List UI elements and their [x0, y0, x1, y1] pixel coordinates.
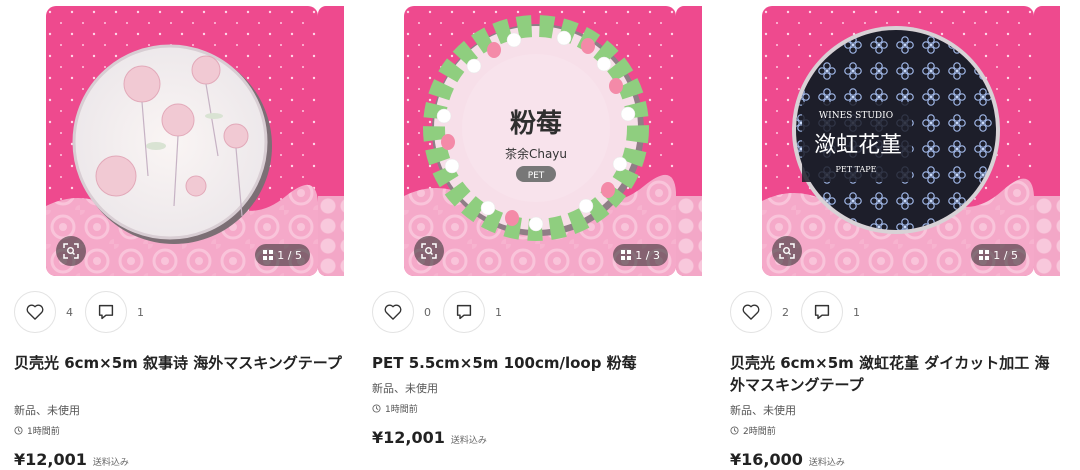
heart-icon	[742, 304, 760, 320]
heart-icon	[26, 304, 44, 320]
image-count-badge: 1 / 5	[971, 244, 1026, 266]
comment-icon	[814, 304, 830, 320]
grid-icon	[979, 250, 990, 260]
clock-icon	[14, 426, 23, 435]
product-title[interactable]: PET 5.5cm×5m 100cm/loop 粉莓	[372, 352, 702, 374]
shipping-note: 送料込み	[92, 458, 129, 468]
listed-time-text: 1時間前	[27, 427, 60, 437]
product-image[interactable]: WINES STUDIO 潋虹花堇 PET TAPE 1 / 5	[762, 6, 1034, 276]
product-price: ¥12,001 送料込み	[372, 428, 487, 447]
card-actions: 0 1	[372, 291, 514, 333]
listed-time: 1時間前	[372, 402, 418, 415]
product-image[interactable]: 1 / 5	[46, 6, 318, 276]
product-price: ¥16,000 送料込み	[730, 450, 845, 469]
comment-count: 1	[137, 305, 144, 319]
price-value: ¥16,000	[730, 450, 803, 469]
comment-button[interactable]	[801, 291, 843, 333]
lens-search-icon	[63, 243, 79, 259]
rose-washi-tape-photo	[46, 6, 318, 276]
item-condition: 新品、未使用	[372, 382, 438, 395]
image-search-button[interactable]	[414, 236, 444, 266]
tape-label-tag: PET	[528, 171, 545, 181]
card-actions: 4 1	[14, 291, 156, 333]
product-card[interactable]: 1 / 5 4 1 贝壳光 6cm×5m 叙事诗 海外マスキングテープ 新品、未…	[12, 0, 352, 470]
clock-icon	[730, 426, 739, 435]
card-actions: 2 1	[730, 291, 872, 333]
item-condition: 新品、未使用	[14, 404, 80, 417]
grid-icon	[621, 250, 632, 260]
product-title[interactable]: 贝壳光 6cm×5m 潋虹花堇 ダイカット加工 海外マスキングテープ	[730, 352, 1060, 396]
price-value: ¥12,001	[14, 450, 87, 469]
product-card[interactable]: WINES STUDIO 潋虹花堇 PET TAPE 1 / 5 2 1 贝壳光…	[728, 0, 1068, 470]
tape-label-sub: PET TAPE	[836, 165, 877, 174]
image-page-text: 1 / 5	[993, 248, 1018, 262]
item-condition: 新品、未使用	[730, 404, 796, 417]
listed-time: 1時間前	[14, 424, 60, 437]
like-button[interactable]	[372, 291, 414, 333]
image-page-text: 1 / 3	[635, 248, 660, 262]
tape-label-sub: 茶余Chayu	[505, 146, 567, 161]
comment-button[interactable]	[443, 291, 485, 333]
product-title[interactable]: 贝壳光 6cm×5m 叙事诗 海外マスキングテープ	[14, 352, 344, 374]
blue-flower-washi-tape-photo: WINES STUDIO 潋虹花堇 PET TAPE	[762, 6, 1034, 276]
like-count: 0	[424, 305, 431, 319]
lens-search-icon	[779, 243, 795, 259]
like-count: 4	[66, 305, 73, 319]
image-count-badge: 1 / 5	[255, 244, 310, 266]
like-count: 2	[782, 305, 789, 319]
image-search-button[interactable]	[56, 236, 86, 266]
grid-icon	[263, 250, 274, 260]
image-count-badge: 1 / 3	[613, 244, 668, 266]
tape-label-main: 粉莓	[510, 109, 562, 139]
like-button[interactable]	[730, 291, 772, 333]
strawberry-washi-tape-photo: 粉莓 茶余Chayu PET	[404, 6, 676, 276]
shipping-note: 送料込み	[450, 436, 487, 446]
product-price: ¥12,001 送料込み	[14, 450, 129, 469]
image-search-button[interactable]	[772, 236, 802, 266]
tape-label-brand: WINES STUDIO	[819, 111, 893, 121]
product-card[interactable]: 粉莓 茶余Chayu PET 1 / 3 0 1 PET 5.5cm×5m 10…	[370, 0, 710, 470]
image-page-text: 1 / 5	[277, 248, 302, 262]
comment-count: 1	[853, 305, 860, 319]
lens-search-icon	[421, 243, 437, 259]
listed-time-text: 2時間前	[743, 427, 776, 437]
tape-label-main: 潋虹花堇	[814, 133, 902, 158]
price-value: ¥12,001	[372, 428, 445, 447]
listed-time-text: 1時間前	[385, 405, 418, 415]
like-button[interactable]	[14, 291, 56, 333]
comment-button[interactable]	[85, 291, 127, 333]
comment-icon	[456, 304, 472, 320]
product-image[interactable]: 粉莓 茶余Chayu PET 1 / 3	[404, 6, 676, 276]
comment-count: 1	[495, 305, 502, 319]
listed-time: 2時間前	[730, 424, 776, 437]
comment-icon	[98, 304, 114, 320]
shipping-note: 送料込み	[808, 458, 845, 468]
clock-icon	[372, 404, 381, 413]
heart-icon	[384, 304, 402, 320]
